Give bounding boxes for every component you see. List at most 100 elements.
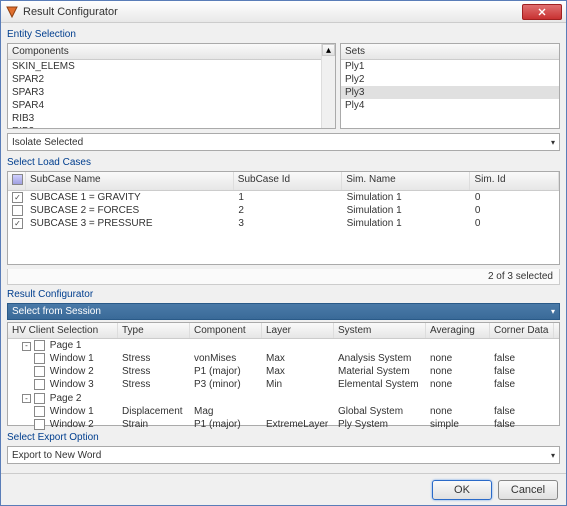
cell-comp: P1 (major) — [190, 365, 262, 378]
cell-id: 2 — [234, 204, 342, 217]
th-type[interactable]: Type — [118, 323, 190, 338]
row-checkbox[interactable] — [34, 353, 45, 364]
cell-type: Stress — [118, 365, 190, 378]
row-checkbox[interactable] — [12, 218, 23, 229]
cell-comp: P3 (minor) — [190, 378, 262, 391]
list-item[interactable]: Ply4 — [341, 99, 559, 112]
cell-sys — [334, 392, 426, 405]
close-button[interactable] — [522, 4, 562, 20]
row-checkbox[interactable] — [34, 366, 45, 377]
th-name[interactable]: SubCase Name — [26, 172, 234, 190]
cell-avg: simple — [426, 418, 490, 431]
cell-corner: false — [490, 405, 554, 418]
th-corner[interactable]: Corner Data — [490, 323, 554, 338]
cell-comp: vonMises — [190, 352, 262, 365]
tree-cell: - Page 1 — [8, 339, 118, 352]
cell-corner — [490, 392, 554, 405]
th-id[interactable]: SubCase Id — [234, 172, 342, 190]
th-layer[interactable]: Layer — [262, 323, 334, 338]
cell-simid: 0 — [471, 204, 559, 217]
ok-button[interactable]: OK — [432, 480, 492, 500]
cell-sim: Simulation 1 — [343, 204, 471, 217]
row-checkbox[interactable] — [34, 379, 45, 390]
tree-label: Window 2 — [47, 419, 94, 430]
hv-thead: HV Client Selection Type Component Layer… — [8, 323, 559, 339]
list-item[interactable]: SPAR4 — [8, 99, 335, 112]
th-averaging[interactable]: Averaging — [426, 323, 490, 338]
table-row[interactable]: Window 2StrainP1 (major)ExtremeLayerPly … — [8, 418, 559, 431]
cell-layer: Max — [262, 352, 334, 365]
loadcases-thead: SubCase Name SubCase Id Sim. Name Sim. I… — [8, 172, 559, 191]
export-dropdown[interactable]: Export to New Word ▾ — [7, 446, 560, 464]
window-title: Result Configurator — [23, 6, 522, 18]
th-sim[interactable]: Sim. Name — [342, 172, 470, 190]
table-row[interactable]: Window 3StressP3 (minor)MinElemental Sys… — [8, 378, 559, 391]
list-item[interactable]: SPAR2 — [8, 73, 335, 86]
tree-cell: Window 3 — [8, 378, 118, 391]
loadcases-heading: Select Load Cases — [7, 157, 560, 168]
cell-type: Strain — [118, 418, 190, 431]
th-simid[interactable]: Sim. Id — [470, 172, 559, 190]
row-checkbox[interactable] — [12, 205, 23, 216]
footer: OK Cancel — [1, 473, 566, 505]
table-row[interactable]: - Page 2 — [8, 392, 559, 405]
scrollbar[interactable]: ▴ — [321, 44, 335, 128]
row-checkbox[interactable] — [12, 192, 23, 203]
cell-layer: Max — [262, 365, 334, 378]
cell-layer — [262, 392, 334, 405]
tree-label: Window 1 — [47, 406, 94, 417]
session-dropdown[interactable]: Select from Session ▾ — [7, 303, 560, 320]
table-row[interactable]: Window 2StressP1 (major)MaxMaterial Syst… — [8, 365, 559, 378]
row-checkbox[interactable] — [34, 419, 45, 430]
hv-table: HV Client Selection Type Component Layer… — [7, 322, 560, 426]
row-checkbox[interactable] — [34, 393, 45, 404]
table-row[interactable]: SUBCASE 2 = FORCES 2 Simulation 1 0 — [8, 204, 559, 217]
list-item[interactable]: SPAR3 — [8, 86, 335, 99]
list-item[interactable]: Ply1 — [341, 60, 559, 73]
cell-avg — [426, 392, 490, 405]
cell-sim: Simulation 1 — [343, 217, 471, 230]
table-row[interactable]: - Page 1 — [8, 339, 559, 352]
isolate-label: Isolate Selected — [12, 137, 83, 148]
cell-type: Stress — [118, 378, 190, 391]
tree-toggle-icon[interactable]: - — [22, 342, 31, 351]
components-header: Components — [8, 44, 335, 60]
cell-corner: false — [490, 378, 554, 391]
list-item[interactable]: Ply2 — [341, 73, 559, 86]
tree-cell: Window 2 — [8, 418, 118, 431]
list-item[interactable]: SKIN_ELEMS — [8, 60, 335, 73]
list-item[interactable]: RIB2 — [8, 125, 335, 129]
header-checkbox-icon[interactable] — [12, 174, 23, 185]
loadcases-tbody: SUBCASE 1 = GRAVITY 1 Simulation 1 0 SUB… — [8, 191, 559, 230]
cell-corner: false — [490, 418, 554, 431]
tree-cell: Window 1 — [8, 352, 118, 365]
cancel-button[interactable]: Cancel — [498, 480, 558, 500]
table-row[interactable]: Window 1StressvonMisesMaxAnalysis System… — [8, 352, 559, 365]
row-checkbox[interactable] — [34, 340, 45, 351]
components-listbox[interactable]: Components SKIN_ELEMS SPAR2 SPAR3 SPAR4 … — [7, 43, 336, 129]
cell-type: Displacement — [118, 405, 190, 418]
chevron-down-icon: ▾ — [551, 138, 555, 147]
th-component[interactable]: Component — [190, 323, 262, 338]
sets-listbox[interactable]: Sets Ply1 Ply2 Ply3 Ply4 — [340, 43, 560, 129]
scroll-up-icon[interactable]: ▴ — [322, 44, 335, 56]
cell-avg: none — [426, 365, 490, 378]
table-row[interactable]: SUBCASE 1 = GRAVITY 1 Simulation 1 0 — [8, 191, 559, 204]
tree-toggle-icon[interactable]: - — [22, 394, 31, 403]
cell-avg: none — [426, 378, 490, 391]
list-item[interactable]: Ply3 — [341, 86, 559, 99]
app-icon — [5, 5, 19, 19]
titlebar: Result Configurator — [1, 1, 566, 23]
list-item[interactable]: RIB3 — [8, 112, 335, 125]
table-row[interactable]: SUBCASE 3 = PRESSURE 3 Simulation 1 0 — [8, 217, 559, 230]
isolate-dropdown[interactable]: Isolate Selected ▾ — [7, 133, 560, 151]
row-checkbox[interactable] — [34, 406, 45, 417]
th-selection[interactable]: HV Client Selection — [8, 323, 118, 338]
chevron-down-icon: ▾ — [551, 451, 555, 460]
configurator-heading: Result Configurator — [7, 289, 560, 300]
th-system[interactable]: System — [334, 323, 426, 338]
cell-id: 3 — [234, 217, 342, 230]
tree-cell: Window 2 — [8, 365, 118, 378]
table-row[interactable]: Window 1DisplacementMagGlobal Systemnone… — [8, 405, 559, 418]
th-checkbox — [8, 172, 26, 190]
